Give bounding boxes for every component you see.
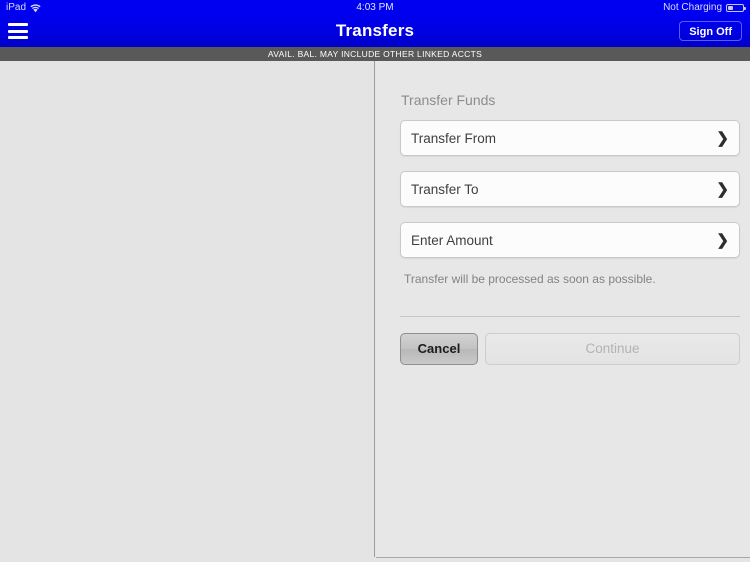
- status-bar-right: Not Charging: [663, 0, 746, 15]
- chevron-right-icon: ❯: [716, 130, 729, 147]
- navigation-bar: Transfers Sign Off: [0, 15, 750, 47]
- transfer-to-label: Transfer To: [411, 182, 479, 197]
- sign-off-button[interactable]: Sign Off: [679, 21, 742, 41]
- status-bar-clock: 4:03 PM: [356, 2, 394, 13]
- form-divider: [400, 316, 740, 317]
- transfer-funds-panel: Transfer Funds Transfer From ❯ Transfer …: [376, 61, 750, 557]
- cancel-button[interactable]: Cancel: [400, 333, 478, 365]
- continue-button[interactable]: Continue: [485, 333, 740, 365]
- enter-amount-label: Enter Amount: [411, 233, 493, 248]
- left-pane: [0, 61, 375, 557]
- transfer-from-field[interactable]: Transfer From ❯: [400, 120, 740, 156]
- enter-amount-field[interactable]: Enter Amount ❯: [400, 222, 740, 258]
- battery-icon: [726, 3, 746, 12]
- battery-status-label: Not Charging: [663, 2, 722, 13]
- availability-notice-bar: AVAIL. BAL. MAY INCLUDE OTHER LINKED ACC…: [0, 47, 750, 61]
- ios-status-bar: iPad 4:03 PM Not Charging: [0, 0, 750, 15]
- panel-bottom-rule: [376, 557, 750, 558]
- chevron-right-icon: ❯: [716, 232, 729, 249]
- page-title: Transfers: [335, 21, 415, 40]
- chevron-right-icon: ❯: [716, 181, 729, 198]
- app-screen: iPad 4:03 PM Not Charging Transfers Sign…: [0, 0, 750, 562]
- section-title: Transfer Funds: [401, 92, 496, 108]
- status-bar-left: iPad: [6, 0, 41, 15]
- helper-text: Transfer will be processed as soon as po…: [404, 272, 656, 286]
- device-label: iPad: [6, 2, 27, 13]
- wifi-icon: [30, 3, 41, 13]
- transfer-to-field[interactable]: Transfer To ❯: [400, 171, 740, 207]
- transfer-from-label: Transfer From: [411, 131, 497, 146]
- content-area: Transfer Funds Transfer From ❯ Transfer …: [0, 61, 750, 562]
